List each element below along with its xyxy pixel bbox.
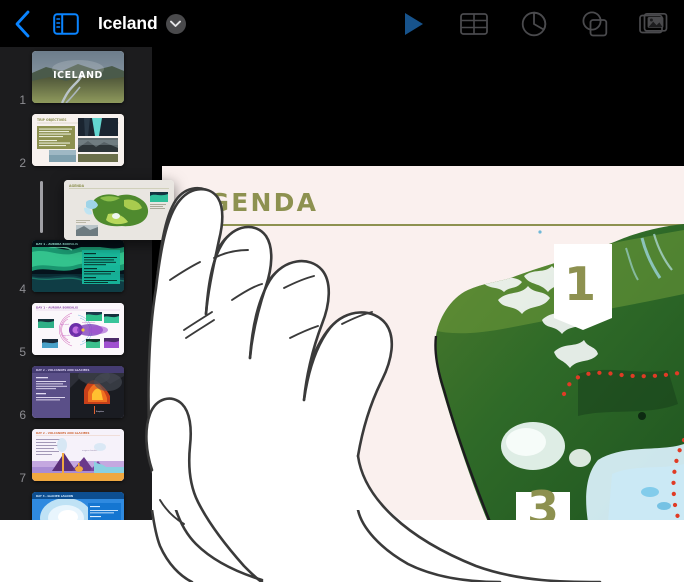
slide-8-preview: DAY 3 - GLACIER LAGOON [32, 492, 124, 520]
top-toolbar: Iceland [0, 0, 684, 47]
back-button[interactable] [0, 9, 44, 39]
slide-2-preview: TRIP OBJECTIVES [32, 114, 124, 166]
table-grid-icon [460, 12, 488, 35]
slide-number: 2 [19, 156, 26, 170]
slide-number: 6 [19, 408, 26, 422]
slide-thumbnail[interactable]: DAY 2 - VOLCANOES AND GLACIERS Eruption [32, 366, 124, 418]
slide-thumbnail[interactable]: DAY 3 - GLACIER LAGOON [32, 492, 124, 520]
table-button[interactable] [444, 1, 504, 47]
svg-text:magnetosphere: magnetosphere [82, 321, 95, 324]
svg-text:DAY 1 - AURORA BOREALIS: DAY 1 - AURORA BOREALIS [36, 306, 78, 310]
slide-1-preview: ICELAND [32, 51, 124, 103]
chart-button[interactable] [504, 1, 564, 47]
list-item[interactable]: 5 DAY 1 - AURORA BOREALIS solar wind mag… [0, 299, 152, 362]
svg-text:3: 3 [527, 481, 559, 522]
play-triangle-icon [405, 12, 423, 35]
slide-number: 5 [19, 345, 26, 359]
play-button[interactable] [384, 1, 444, 47]
svg-text:magma chamber: magma chamber [82, 449, 98, 452]
slide-thumbnail[interactable]: ICELAND [32, 51, 124, 103]
slide-number: 4 [19, 282, 26, 296]
slide-6-preview: DAY 2 - VOLCANOES AND GLACIERS Eruption [32, 366, 124, 418]
iceland-map-image: 1 3 [434, 224, 684, 522]
slide-4-preview: DAY 1 - AURORA BOREALIS [32, 240, 124, 292]
map-marker-1: 1 [554, 244, 612, 330]
pie-chart-icon [521, 11, 547, 36]
slide-5-preview: DAY 1 - AURORA BOREALIS solar windmagnet… [32, 303, 124, 355]
sidebar-toggle-button[interactable] [44, 12, 88, 35]
shapes-icon [581, 10, 607, 36]
slide-7-preview: DAY 2 - VOLCANOES AND GLACIERS magma cha… [32, 429, 124, 481]
svg-text:magnetic field: magnetic field [62, 334, 74, 337]
list-item[interactable]: 8 DAY 3 - GLACIER LAGOON [0, 488, 152, 520]
svg-text:1: 1 [564, 257, 596, 311]
media-button[interactable] [624, 1, 684, 47]
sidebar-panel-icon [53, 12, 79, 35]
svg-text:AGENDA: AGENDA [69, 184, 85, 188]
document-title: Iceland [98, 13, 158, 33]
dragged-slide-thumbnail[interactable]: AGENDA [64, 180, 174, 240]
slide-canvas[interactable]: AGENDA 1 3 [162, 166, 684, 522]
slide-thumbnail[interactable]: DAY 2 - VOLCANOES AND GLACIERS magma cha… [32, 429, 124, 481]
svg-text:solar wind: solar wind [60, 323, 69, 326]
toolbar-actions [384, 1, 684, 47]
svg-text:TRIP OBJECTIVES: TRIP OBJECTIVES [37, 118, 67, 122]
slide-number: 7 [19, 471, 26, 485]
svg-text:DAY 2 - VOLCANOES AND GLACIERS: DAY 2 - VOLCANOES AND GLACIERS [36, 368, 89, 372]
page-title: AGENDA [187, 188, 319, 217]
slide-thumbnail[interactable]: DAY 1 - AURORA BOREALIS [32, 240, 124, 292]
chevron-left-icon [15, 10, 30, 37]
dragged-slide-preview: AGENDA [64, 180, 174, 240]
slide-navigator-sidebar[interactable]: 1 ICELAND 2 TRIP OBJECTIVES 4 DAY 1 - AU… [0, 47, 152, 520]
svg-text:DAY 2 - VOLCANOES AND GLACIERS: DAY 2 - VOLCANOES AND GLACIERS [36, 431, 89, 435]
list-item[interactable]: 7 DAY 2 - VOLCANOES AND GLACIERS magma c… [0, 425, 152, 488]
slide-thumbnail[interactable]: TRIP OBJECTIVES [32, 114, 124, 166]
slide-number: 1 [19, 93, 26, 107]
list-item[interactable]: 4 DAY 1 - AURORA BOREALIS [0, 236, 152, 299]
list-item[interactable]: 6 DAY 2 - VOLCANOES AND GLACIERS Eruptio… [0, 362, 152, 425]
slide-drop-indicator [40, 181, 43, 233]
document-menu-button[interactable] [165, 13, 186, 34]
slide-thumbnail[interactable]: DAY 1 - AURORA BOREALIS [32, 303, 124, 355]
svg-text:ICELAND: ICELAND [53, 70, 103, 81]
svg-text:DAY 3 - GLACIER LAGOON: DAY 3 - GLACIER LAGOON [36, 494, 73, 498]
svg-text:DAY 1 - AURORA BOREALIS: DAY 1 - AURORA BOREALIS [36, 242, 78, 246]
svg-text:Eruption: Eruption [96, 410, 105, 413]
photo-media-icon [639, 12, 668, 33]
keynote-app-window: Iceland 1 ICELAND 2 TRIP OBJECTIVES 4 DA… [0, 0, 684, 582]
list-item[interactable]: 1 ICELAND [0, 47, 152, 110]
shape-button[interactable] [564, 1, 624, 47]
list-item[interactable]: 2 TRIP OBJECTIVES [0, 110, 152, 173]
chevron-down-icon [170, 20, 182, 27]
page-bottom-whitespace [0, 520, 684, 582]
